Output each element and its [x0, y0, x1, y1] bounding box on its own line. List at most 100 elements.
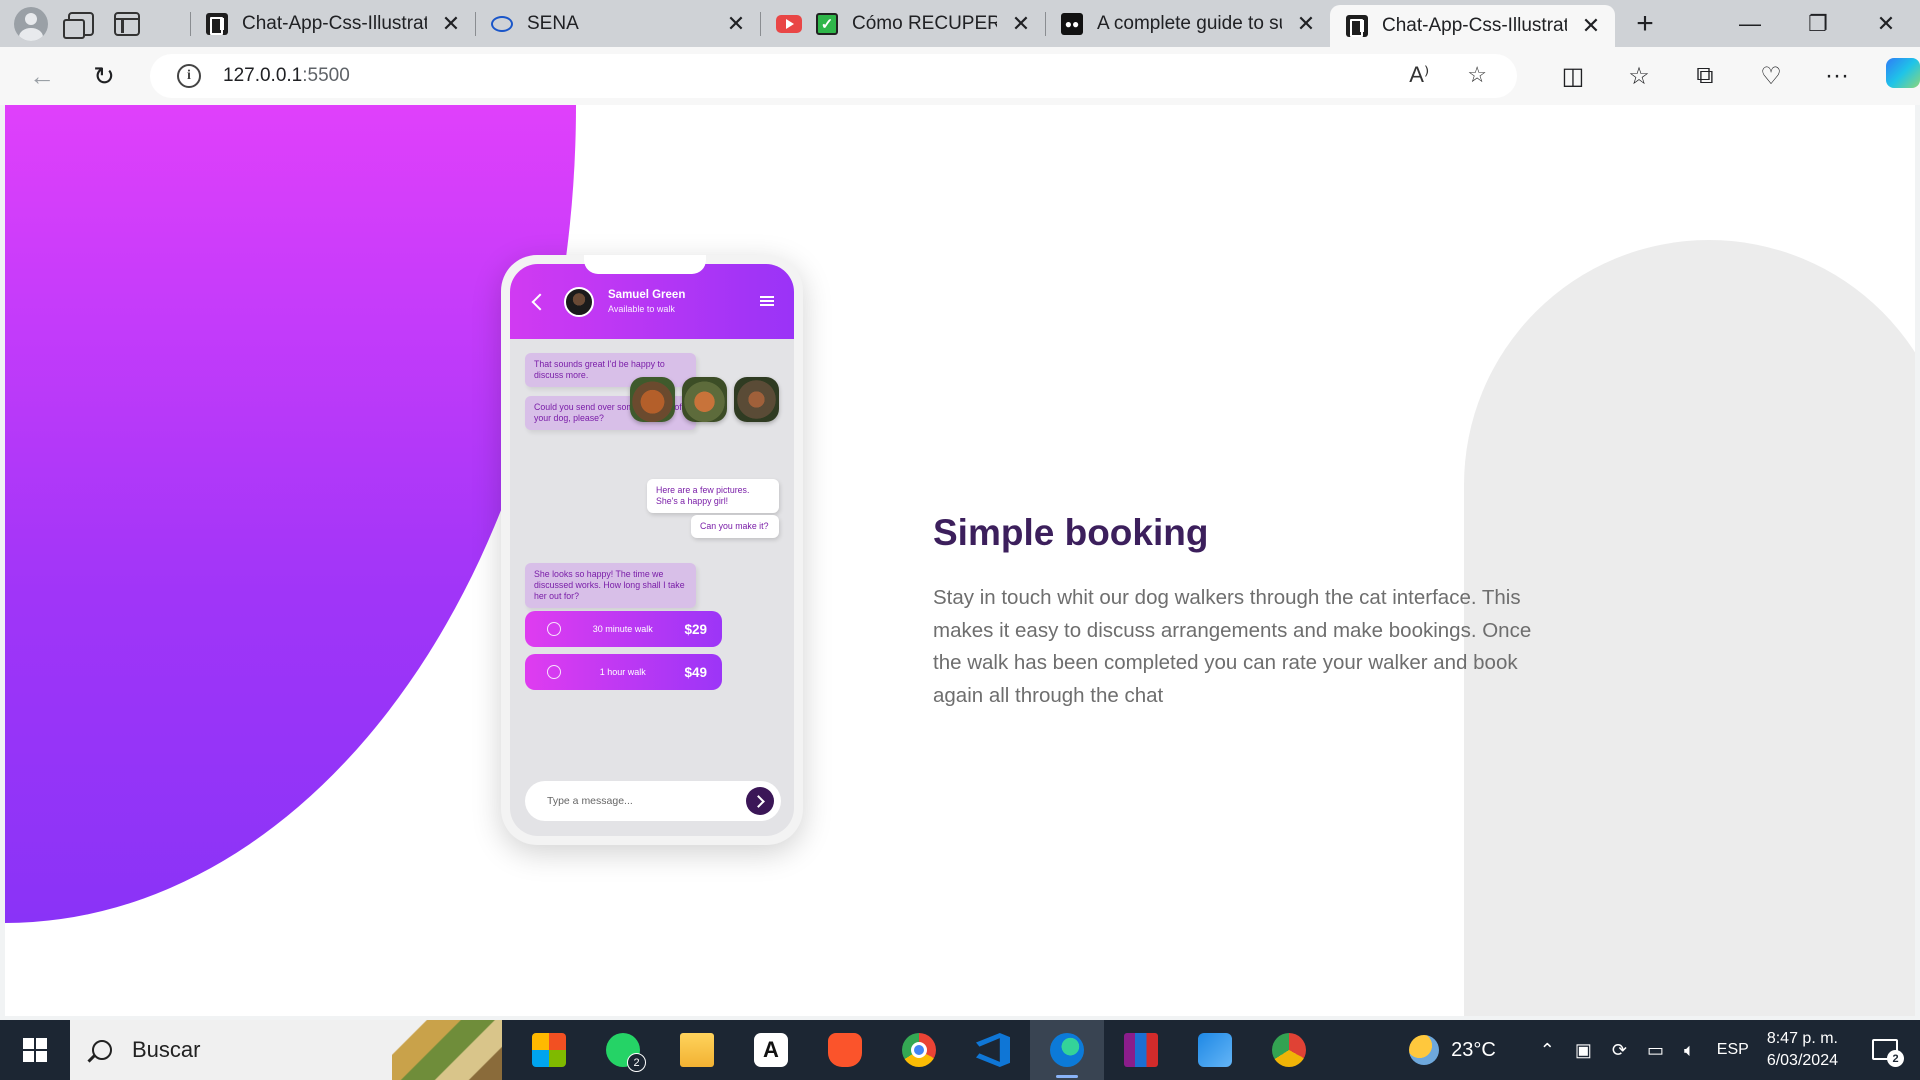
browser-essentials-icon[interactable]: ♡ [1738, 62, 1804, 91]
taskbar-app-explorer[interactable] [660, 1020, 734, 1080]
close-icon[interactable]: ✕ [1581, 13, 1601, 39]
taskbar-app-whatsapp[interactable]: 2 [586, 1020, 660, 1080]
more-options-icon[interactable]: ··· [1804, 62, 1870, 90]
close-icon[interactable]: ✕ [1011, 11, 1031, 37]
dog-photo-gallery [630, 377, 779, 422]
incoming-message: She looks so happy! The time we discusse… [525, 563, 696, 608]
feature-description: Stay in touch whit our dog walkers throu… [933, 586, 1532, 707]
reload-button[interactable]: ↻ [82, 54, 126, 98]
taskbar-app-a[interactable]: A [734, 1020, 808, 1080]
tab-title: SENA [527, 12, 579, 34]
feature-section: Simple booking Stay in touch whit our do… [933, 512, 1553, 712]
close-icon[interactable]: ✕ [441, 11, 461, 37]
taskbar-search[interactable]: Buscar [70, 1020, 502, 1080]
checkbox-icon: ✓ [816, 12, 838, 35]
restore-icon[interactable]: ❐ [1784, 0, 1852, 47]
message-input-placeholder: Type a message... [547, 795, 633, 807]
purple-background-shape [5, 105, 576, 923]
phone-mockup: Samuel Green Available to walk That soun… [501, 255, 803, 845]
tab-title: Chat-App-Css-Illustratio [1382, 15, 1567, 36]
workspaces-icon[interactable] [63, 11, 94, 39]
copilot-icon[interactable] [1870, 57, 1920, 95]
weather-widget[interactable]: 23°C [1409, 1035, 1496, 1065]
profile-avatar-icon[interactable] [14, 6, 48, 41]
browser-tab[interactable]: ●● A complete guide to su ✕ [1045, 0, 1330, 47]
back-chevron-icon[interactable] [531, 293, 549, 310]
split-screen-icon[interactable]: ◫ [1540, 62, 1606, 91]
clock-date: 6/03/2024 [1766, 1052, 1838, 1069]
phone-notch [584, 255, 706, 274]
taskbar-app-chrome[interactable] [882, 1020, 956, 1080]
winrar-icon [1124, 1033, 1158, 1067]
browser-tab-bar: Chat-App-Css-Illustratio ✕ SENA ✕ ✓ Cómo… [0, 0, 1920, 47]
minimize-icon[interactable]: — [1716, 0, 1784, 47]
dog-photo[interactable] [630, 377, 675, 422]
medium-icon: ●● [1061, 12, 1083, 35]
collections-icon[interactable]: ⧉ [1672, 62, 1738, 90]
phone-screen: Samuel Green Available to walk That soun… [510, 264, 794, 836]
url-text[interactable]: 127.0.0.1:5500 [223, 65, 350, 87]
windows-logo-icon [23, 1038, 47, 1062]
network-icon[interactable]: ▭ [1647, 1040, 1664, 1061]
walk-option-label: 30 minute walk [592, 624, 653, 634]
walk-option-30min[interactable]: 30 minute walk $29 [525, 611, 722, 647]
chevron-up-icon[interactable]: ⌃ [1540, 1040, 1555, 1061]
back-button[interactable]: ← [20, 54, 64, 98]
language-indicator[interactable]: ESP [1717, 1041, 1749, 1059]
walk-option-label: 1 hour walk [599, 667, 646, 677]
chat-header: Samuel Green Available to walk [510, 264, 794, 339]
menu-icon[interactable] [760, 296, 774, 306]
taskbar-app-photos[interactable] [1178, 1020, 1252, 1080]
favorites-icon[interactable]: ☆ [1606, 62, 1672, 91]
favorite-star-icon[interactable]: ☆ [1467, 62, 1487, 88]
vertical-tabs-icon[interactable] [114, 11, 140, 36]
contact-avatar [564, 286, 594, 317]
url-host: 127.0.0.1 [223, 65, 303, 86]
outgoing-message: Here are a few pictures. She's a happy g… [647, 479, 779, 513]
browser-tab[interactable]: ✓ Cómo RECUPERAR ✕ [760, 0, 1045, 47]
radio-icon[interactable] [547, 665, 561, 679]
close-icon[interactable]: ✕ [1296, 11, 1316, 37]
dog-photo[interactable] [682, 377, 727, 422]
message-input[interactable]: Type a message... [525, 781, 781, 821]
browser-tab[interactable]: Chat-App-Css-Illustratio ✕ [190, 0, 475, 47]
clock[interactable]: 8:47 p. m. 6/03/2024 [1767, 1028, 1838, 1072]
info-icon[interactable]: i [177, 64, 201, 88]
taskbar-app-brave[interactable] [808, 1020, 882, 1080]
browser-tab-active[interactable]: Chat-App-Css-Illustratio ✕ [1330, 5, 1615, 47]
browser-tab[interactable]: SENA ✕ [475, 0, 760, 47]
close-window-icon[interactable]: ✕ [1852, 0, 1920, 47]
feature-title: Simple booking [933, 512, 1209, 553]
camera-icon[interactable]: ▣ [1575, 1040, 1592, 1061]
radio-icon[interactable] [547, 622, 561, 636]
brave-icon [828, 1033, 862, 1067]
code-page-icon [206, 12, 228, 35]
walk-option-1hour[interactable]: 1 hour walk $49 [525, 654, 722, 690]
taskbar-app-vscode[interactable] [956, 1020, 1030, 1080]
send-button[interactable] [746, 787, 774, 815]
taskbar-app-store[interactable] [512, 1020, 586, 1080]
app-a-icon: A [754, 1033, 788, 1067]
taskbar-app-winrar[interactable] [1104, 1020, 1178, 1080]
dog-photo[interactable] [734, 377, 779, 422]
volume-icon[interactable]: 🔈︎ [1684, 1040, 1695, 1061]
contact-name: Samuel Green [608, 289, 686, 301]
tab-title: Cómo RECUPERAR [852, 12, 997, 34]
sync-icon[interactable]: ⟳ [1612, 1040, 1627, 1061]
clock-time: 8:47 p. m. [1766, 1030, 1838, 1047]
outgoing-message: Can you make it? [691, 515, 779, 538]
address-bar[interactable]: i 127.0.0.1:5500 A⁾ ☆ [150, 54, 1517, 98]
notification-icon[interactable]: 2 [1866, 1030, 1906, 1070]
taskbar: Buscar 2 A 23°C ⌃ ▣ ⟳ ▭ 🔈︎ ESP 8:47 p. m… [0, 1020, 1920, 1080]
address-toolbar: ← ↻ i 127.0.0.1:5500 A⁾ ☆ ◫ ☆ ⧉ ♡ ··· [0, 47, 1920, 105]
search-highlight-image [392, 1020, 502, 1080]
tab-title: A complete guide to su [1097, 12, 1282, 34]
taskbar-app-edge[interactable] [1030, 1020, 1104, 1080]
taskbar-app-chrome-profile[interactable] [1252, 1020, 1326, 1080]
close-icon[interactable]: ✕ [726, 11, 746, 37]
start-button[interactable] [0, 1020, 70, 1080]
youtube-icon [776, 14, 802, 33]
page-viewport: Samuel Green Available to walk That soun… [5, 105, 1915, 1016]
new-tab-button[interactable]: + [1625, 7, 1665, 41]
read-aloud-icon[interactable]: A⁾ [1409, 62, 1429, 88]
